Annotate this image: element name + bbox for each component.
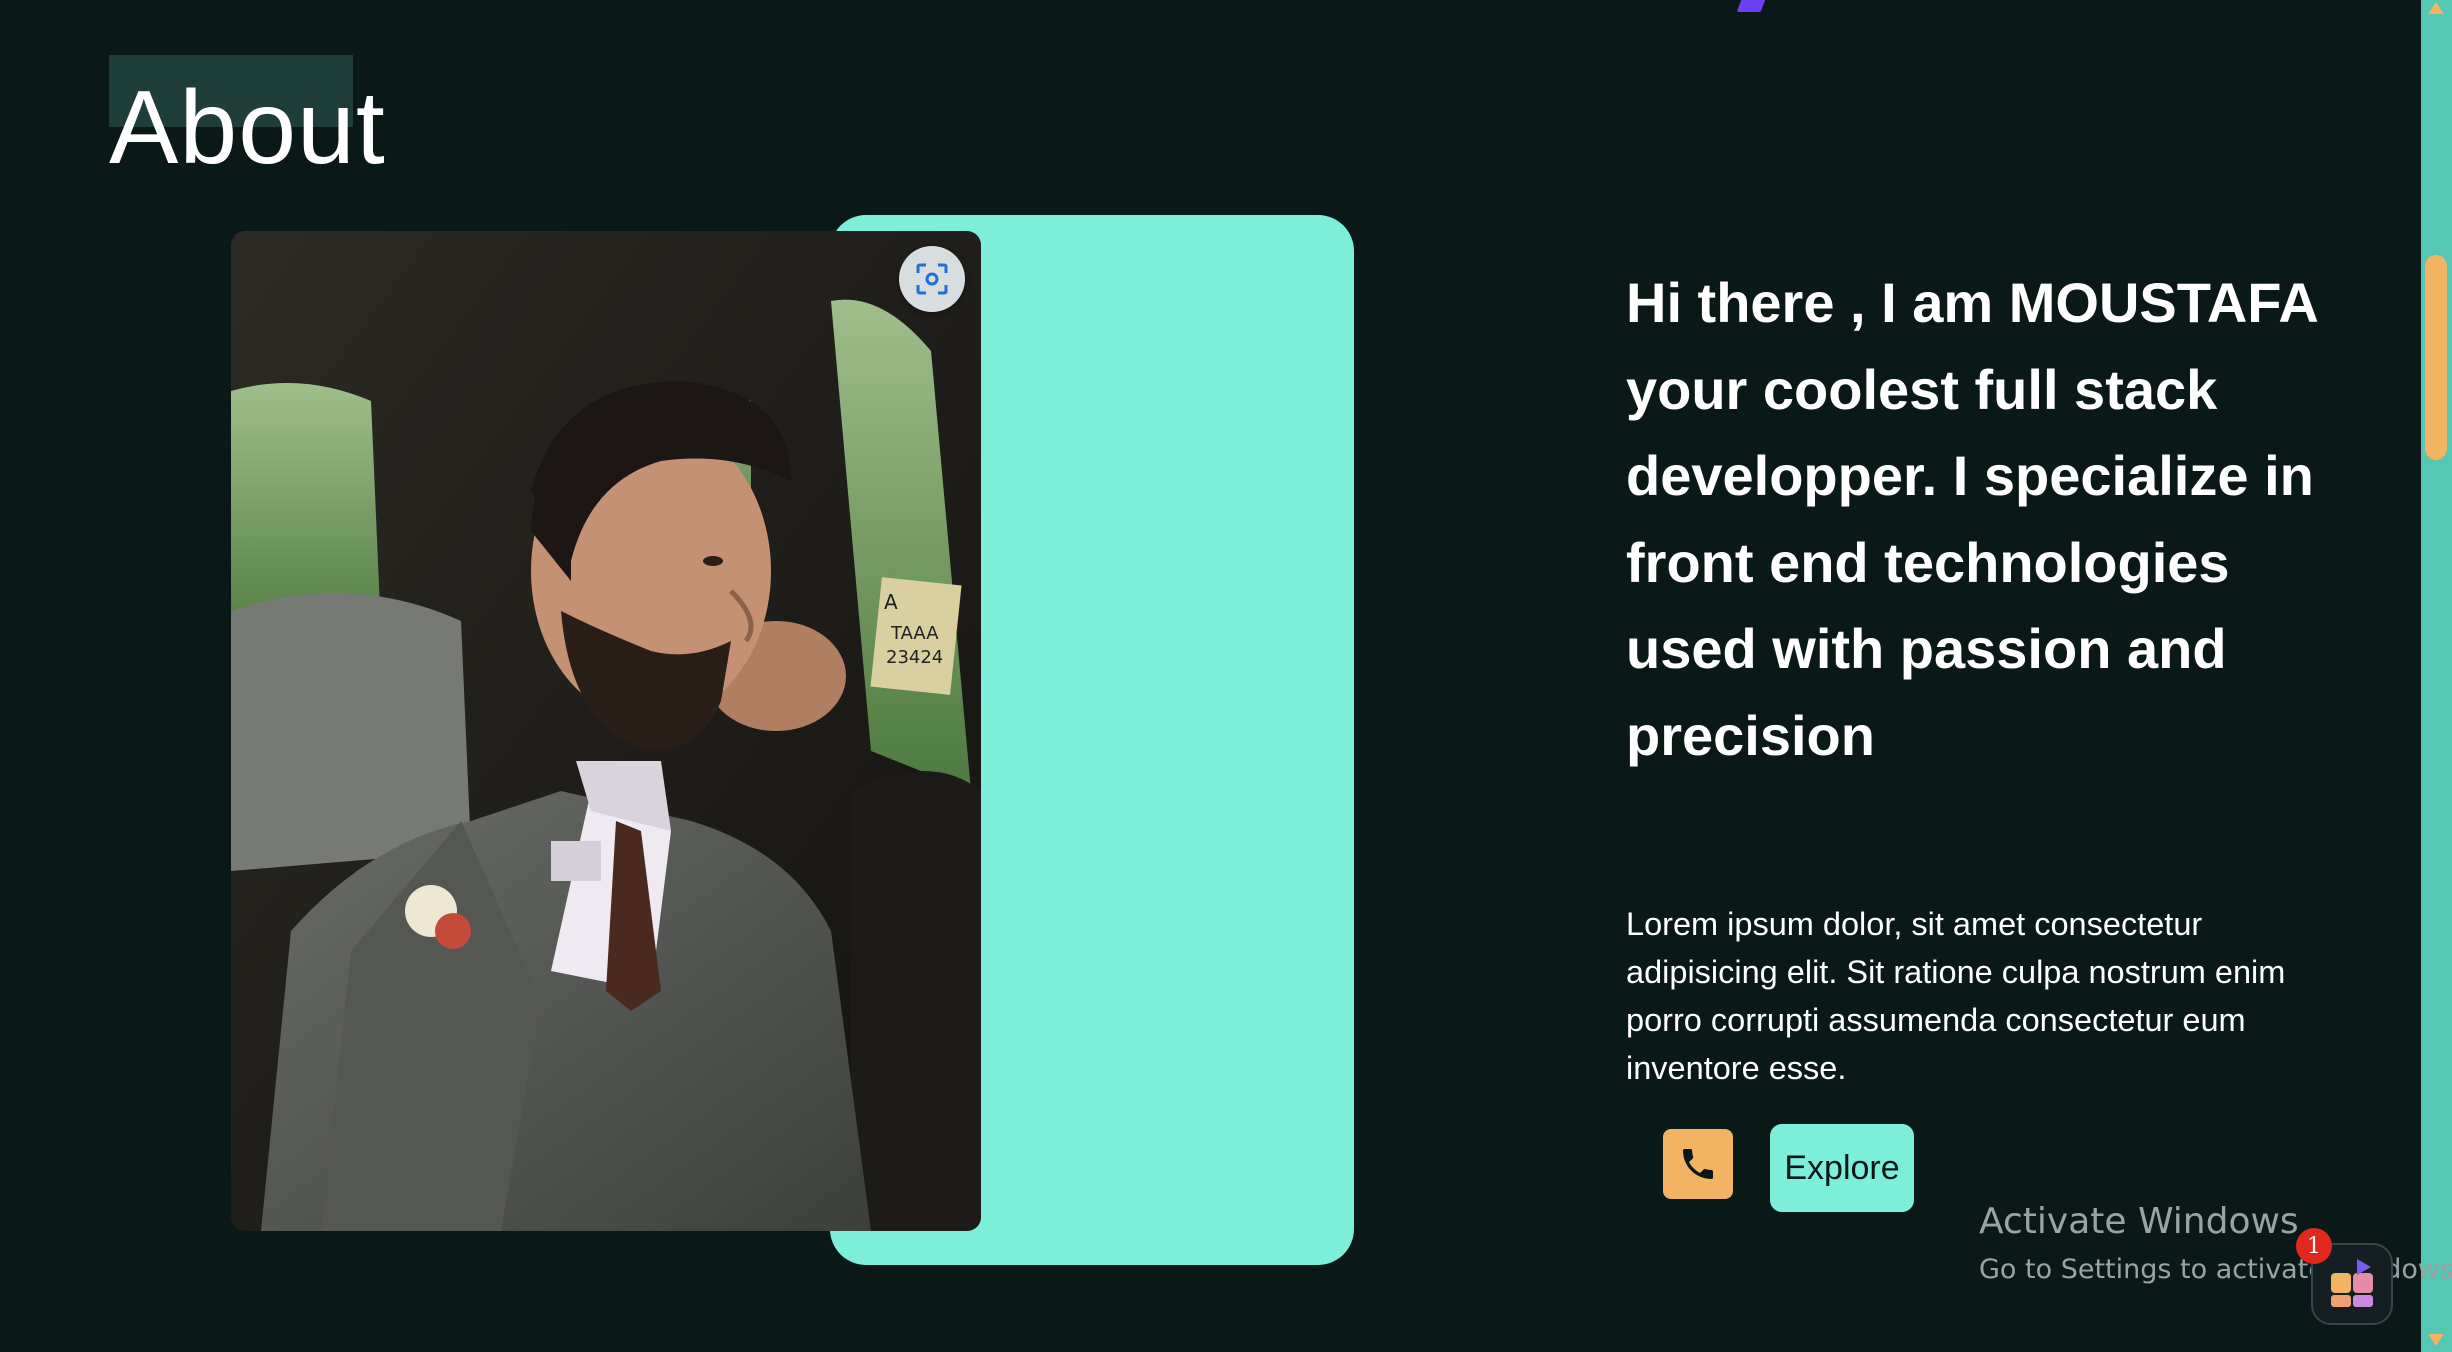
call-button[interactable] [1663, 1129, 1733, 1199]
decorative-cube [1736, 0, 1768, 12]
phone-icon [1683, 1149, 1713, 1179]
explore-button[interactable]: Explore [1770, 1124, 1914, 1212]
plate-text-2: TAAA [890, 623, 939, 644]
hero-description: Lorem ipsum dolor, sit amet consectetur … [1626, 906, 2286, 1086]
plate-text-3: 23424 [886, 647, 943, 668]
notification-badge: 1 [2296, 1228, 2332, 1264]
scrollbar[interactable] [2421, 0, 2452, 1352]
plate-text-1: A [884, 590, 898, 614]
page-title: About [109, 70, 386, 186]
scroll-down-arrow-icon[interactable] [2428, 1334, 2444, 1346]
profile-photo: A TAAA 23424 [231, 231, 981, 1231]
activate-windows-title: Activate Windows [1979, 1201, 2299, 1242]
scroll-up-arrow-icon[interactable] [2428, 2, 2444, 14]
lens-icon[interactable] [899, 246, 965, 312]
scrollbar-thumb[interactable] [2425, 255, 2447, 460]
hero-heading: Hi there , I am MOUSTAFA your coolest fu… [1626, 271, 2317, 767]
